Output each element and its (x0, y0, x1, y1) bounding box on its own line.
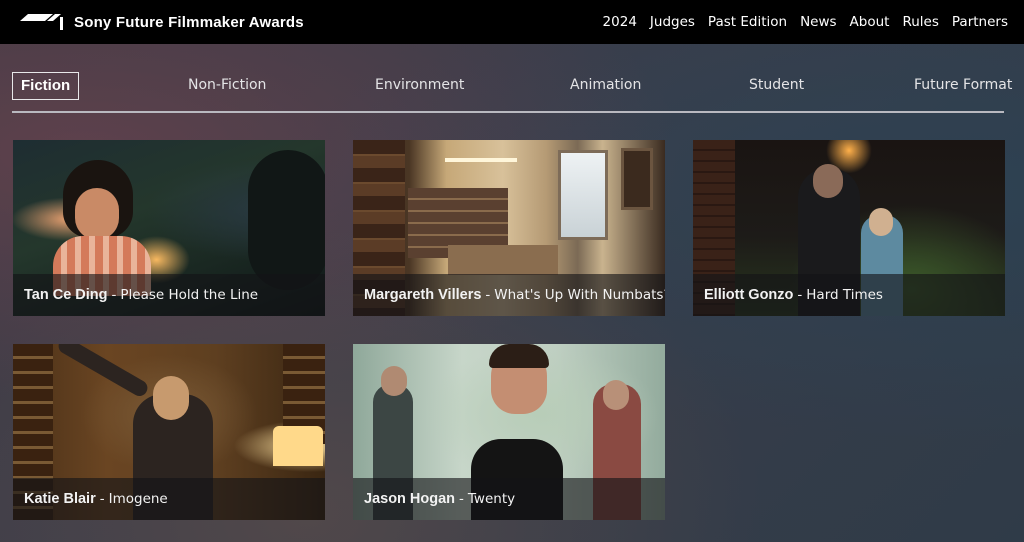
film-card[interactable]: Katie Blair - Imogene (13, 344, 325, 520)
category-tabs: Fiction Non-Fiction Environment Animatio… (12, 72, 1012, 102)
film-card[interactable]: Margareth Villers - What's Up With Numba… (353, 140, 665, 316)
caption-separator: - (111, 287, 117, 303)
tab-environment[interactable]: Environment (375, 72, 464, 100)
site-header: Sony Future Filmmaker Awards 2024 Judges… (0, 0, 1024, 44)
film-caption: Jason Hogan - Twenty (353, 478, 665, 520)
brand-name: Sony Future Filmmaker Awards (74, 13, 304, 31)
tab-non-fiction[interactable]: Non-Fiction (188, 72, 266, 100)
tab-animation[interactable]: Animation (570, 72, 641, 100)
film-caption: Katie Blair - Imogene (13, 478, 325, 520)
tab-future-format[interactable]: Future Format (914, 72, 1012, 100)
caption-separator: - (797, 287, 803, 303)
nav-item-about[interactable]: About (850, 14, 890, 30)
nav-item-news[interactable]: News (800, 14, 836, 30)
nav-item-past-edition[interactable]: Past Edition (708, 14, 787, 30)
film-caption: Tan Ce Ding - Please Hold the Line (13, 274, 325, 316)
film-caption: Elliott Gonzo - Hard Times (693, 274, 1005, 316)
director-name: Jason Hogan (364, 491, 456, 507)
director-name: Margareth Villers (364, 287, 482, 303)
sony-logo-icon (20, 14, 63, 30)
director-name: Elliott Gonzo (704, 287, 794, 303)
nav-item-judges[interactable]: Judges (650, 14, 695, 30)
film-title: Hard Times (806, 287, 883, 303)
film-card[interactable]: Jason Hogan - Twenty (353, 344, 665, 520)
caption-separator: - (99, 491, 105, 507)
brand[interactable]: Sony Future Filmmaker Awards (20, 0, 304, 44)
film-title: Twenty (467, 491, 516, 507)
film-card[interactable]: Elliott Gonzo - Hard Times (693, 140, 1005, 316)
caption-separator: - (459, 491, 464, 507)
nav-item-2024[interactable]: 2024 (603, 14, 637, 30)
film-title: What's Up With Numbats? (494, 287, 665, 303)
tab-student[interactable]: Student (749, 72, 804, 100)
director-name: Katie Blair (24, 491, 96, 507)
director-name: Tan Ce Ding (24, 287, 108, 303)
tabs-divider (12, 111, 1004, 113)
film-card[interactable]: Tan Ce Ding - Please Hold the Line (13, 140, 325, 316)
main-nav: 2024 Judges Past Edition News About Rule… (590, 0, 1008, 44)
film-title: Imogene (108, 491, 168, 507)
caption-separator: - (485, 287, 491, 303)
film-title: Please Hold the Line (120, 287, 259, 303)
nav-item-rules[interactable]: Rules (902, 14, 938, 30)
tab-fiction[interactable]: Fiction (12, 72, 80, 100)
nav-item-partners[interactable]: Partners (952, 14, 1008, 30)
film-caption: Margareth Villers - What's Up With Numba… (353, 274, 665, 316)
